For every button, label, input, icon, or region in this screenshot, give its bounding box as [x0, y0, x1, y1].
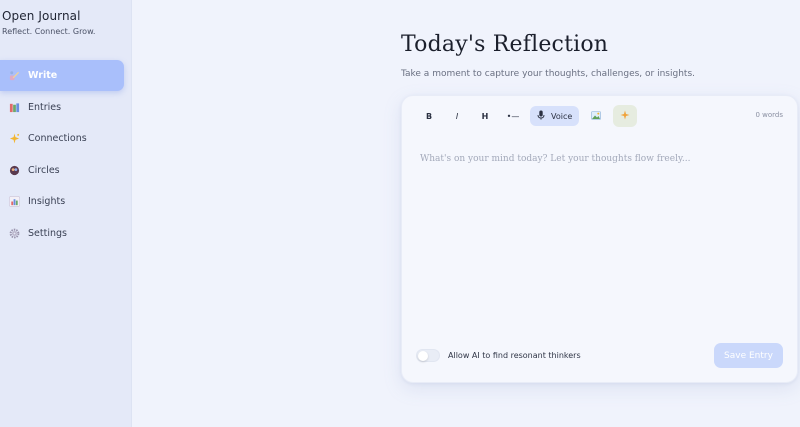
page-title: Today's Reflection	[401, 32, 609, 57]
sidebar-item-label: Insights	[28, 196, 66, 208]
voice-label: Voice	[551, 111, 573, 121]
brand: Open Journal Reflect. Connect. Grow.	[2, 9, 95, 36]
voice-button[interactable]: Voice	[530, 106, 580, 126]
editor-toolbar: B I H •— Voice	[418, 105, 643, 127]
sidebar-item-label: Connections	[28, 133, 87, 145]
sidebar-item-label: Entries	[28, 101, 62, 113]
sparkles-icon	[8, 133, 20, 145]
microphone-icon	[537, 110, 545, 123]
save-entry-button[interactable]: Save Entry	[714, 343, 783, 368]
sidebar-item-write[interactable]: Write	[0, 60, 124, 91]
italic-button[interactable]: I	[446, 106, 468, 126]
sidebar-item-settings[interactable]: Settings	[0, 218, 124, 249]
ai-toggle[interactable]	[416, 349, 440, 362]
main-content: Today's Reflection Take a moment to capt…	[132, 0, 800, 427]
ai-assist-button[interactable]	[613, 105, 638, 127]
sidebar-item-entries[interactable]: Entries	[0, 92, 124, 123]
sidebar: Open Journal Reflect. Connect. Grow. Wri…	[0, 0, 132, 427]
insert-image-button[interactable]	[585, 106, 607, 126]
sidebar-item-label: Settings	[28, 227, 67, 239]
heading-button[interactable]: H	[474, 106, 496, 126]
circle-people-icon	[8, 164, 20, 176]
sidebar-item-label: Write	[28, 70, 58, 81]
sidebar-item-connections[interactable]: Connections	[0, 123, 124, 154]
word-count: 0 words	[755, 111, 783, 119]
image-icon	[591, 110, 602, 122]
sparkle-icon	[620, 110, 630, 122]
sidebar-item-label: Circles	[28, 164, 60, 176]
pencil-palette-icon	[8, 70, 20, 82]
books-icon	[8, 101, 20, 113]
sidebar-item-circles[interactable]: Circles	[0, 155, 124, 186]
page-subtitle: Take a moment to capture your thoughts, …	[401, 69, 695, 79]
editor-footer: Allow AI to find resonant thinkers Save …	[416, 343, 783, 369]
sidebar-item-insights[interactable]: Insights	[0, 186, 124, 217]
entry-textarea[interactable]: What's on your mind today? Let your thou…	[420, 154, 690, 164]
app-tagline: Reflect. Connect. Grow.	[2, 27, 96, 36]
bar-chart-icon	[8, 196, 20, 208]
sidebar-nav: Write Entries Connections Circles Insigh…	[0, 60, 124, 250]
ai-toggle-label: Allow AI to find resonant thinkers	[448, 351, 581, 360]
journal-editor: B I H •— Voice 0 words What's on your mi…	[401, 95, 798, 383]
app-title: Open Journal	[2, 9, 81, 23]
bullet-list-button[interactable]: •—	[502, 106, 524, 126]
bold-button[interactable]: B	[418, 106, 440, 126]
toggle-knob	[418, 351, 428, 361]
gear-icon	[8, 227, 20, 239]
